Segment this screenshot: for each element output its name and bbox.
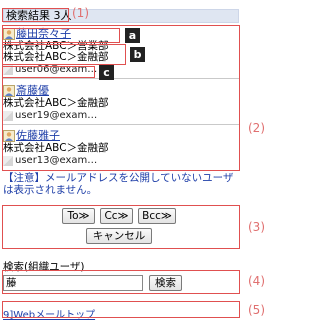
notice-mark: 【注意】 [3, 172, 45, 184]
annotation-frame [2, 44, 126, 65]
annotation-frame [2, 8, 69, 22]
annotation-frame [2, 28, 120, 43]
mobile-screen: 検索結果 3人 藤田奈々子 株式会社ABC＞営業部 株式会社ABC＞金融部 us… [0, 0, 280, 330]
annotation-badge: c [99, 65, 114, 80]
annotation-number: (5) [248, 303, 265, 317]
notice-text: 【注意】メールアドレスを公開していないユーザは表示されません。 [3, 172, 239, 196]
annotation-number: (3) [248, 220, 265, 234]
annotation-frame [2, 301, 240, 318]
annotation-number: (1) [72, 6, 89, 20]
annotation-number: (2) [248, 121, 265, 135]
annotation-number: (4) [248, 274, 265, 288]
annotation-badge: b [130, 47, 145, 62]
annotation-frame [2, 66, 95, 78]
annotation-badge: a [125, 28, 140, 43]
annotation-frame [2, 270, 240, 294]
annotation-frame [2, 205, 240, 249]
